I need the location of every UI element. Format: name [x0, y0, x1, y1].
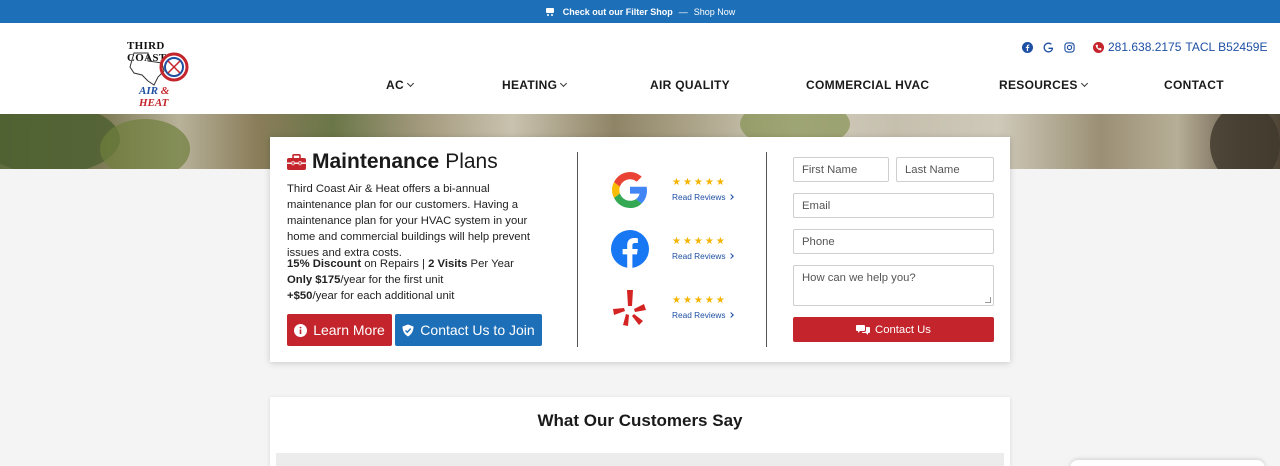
instagram-icon[interactable]: [1063, 41, 1075, 53]
nav-item-contact[interactable]: CONTACT: [1164, 78, 1224, 92]
customers-section: What Our Customers Say: [270, 397, 1010, 466]
shield-check-icon: [402, 324, 414, 336]
rating-stars: ★★★★★: [672, 295, 727, 306]
maintenance-description: Third Coast Air & Heat offers a bi-annua…: [287, 183, 531, 259]
phone-contact[interactable]: 281.638.2175 TACL B52459E: [1093, 40, 1267, 54]
rating-stars: ★★★★★: [672, 236, 727, 247]
site-header: THIRD COAST AIR & HEAT 281.638.2175 TACL…: [0, 23, 1280, 114]
site-logo[interactable]: THIRD COAST AIR & HEAT: [124, 40, 196, 109]
yelp-review: ★★★★★ Read Reviews: [610, 288, 750, 328]
filter-shop-link[interactable]: Check out our Filter Shop: [563, 7, 673, 17]
divider: [766, 152, 767, 347]
license-number: TACL B52459E: [1185, 40, 1268, 54]
customers-heading: What Our Customers Say: [537, 411, 743, 430]
texas-map-icon: [129, 52, 189, 86]
chevron-down-icon: [560, 79, 568, 88]
google-review: ★★★★★ Read Reviews: [610, 170, 750, 210]
facebook-logo-icon: [611, 230, 649, 268]
comments-icon: [856, 325, 871, 335]
nav-item-ac[interactable]: AC: [386, 78, 414, 92]
contact-to-join-button[interactable]: Contact Us to Join: [395, 314, 542, 346]
chevron-right-icon: [727, 253, 734, 259]
first-name-field[interactable]: [793, 157, 889, 182]
offer-additional-unit: +$50/year for each additional unit: [287, 290, 455, 302]
info-icon: [294, 323, 308, 337]
testimonials-container: [276, 453, 1004, 466]
google-icon[interactable]: [1042, 41, 1054, 53]
chevron-down-icon: [406, 79, 414, 88]
maintenance-offers: 15% Discount on Repairs | 2 Visits Per Y…: [287, 256, 514, 304]
textarea-resize-handle[interactable]: [985, 297, 991, 303]
phone-icon: [1093, 41, 1104, 53]
read-reviews-link[interactable]: Read Reviews: [672, 192, 734, 202]
google-logo-icon: [612, 172, 647, 208]
last-name-field[interactable]: [896, 157, 994, 182]
nav-item-heating[interactable]: HEATING: [502, 78, 568, 92]
phone-number[interactable]: 281.638.2175: [1108, 40, 1181, 54]
read-reviews-link[interactable]: Read Reviews: [672, 251, 734, 261]
read-reviews-link[interactable]: Read Reviews: [672, 310, 734, 320]
maintenance-plans-card: Maintenance Plans Third Coast Air & Heat…: [270, 137, 1010, 362]
offer-first-unit: Only $175/year for the first unit: [287, 274, 444, 286]
nav-item-commercial-hvac[interactable]: COMMERCIAL HVAC: [806, 78, 929, 92]
divider: [577, 152, 578, 347]
contact-us-button[interactable]: Contact Us: [793, 317, 994, 342]
yelp-logo-icon: [613, 290, 646, 326]
email-field[interactable]: [793, 193, 994, 218]
facebook-review: ★★★★★ Read Reviews: [610, 229, 750, 269]
toolbox-icon: [287, 154, 306, 170]
phone-field[interactable]: [793, 229, 994, 254]
message-field[interactable]: [793, 265, 994, 306]
shopping-cart-icon: [545, 7, 555, 16]
shop-now-link[interactable]: Shop Now: [694, 7, 736, 17]
logo-subtitle: AIR & HEAT: [139, 85, 170, 109]
chevron-right-icon: [727, 194, 734, 200]
facebook-icon[interactable]: [1021, 41, 1033, 53]
chevron-down-icon: [1080, 79, 1088, 88]
chat-widget[interactable]: [1070, 460, 1265, 466]
rating-stars: ★★★★★: [672, 177, 727, 188]
maintenance-plans-title: Maintenance Plans: [287, 150, 498, 174]
learn-more-button[interactable]: Learn More: [287, 314, 392, 346]
chevron-right-icon: [727, 312, 734, 318]
offer-discount: 15% Discount on Repairs | 2 Visits Per Y…: [287, 258, 514, 270]
nav-item-resources[interactable]: RESOURCES: [999, 78, 1088, 92]
separator: —: [678, 6, 688, 17]
nav-item-air-quality[interactable]: AIR QUALITY: [650, 78, 730, 92]
announcement-bar: Check out our Filter Shop — Shop Now: [0, 0, 1280, 23]
